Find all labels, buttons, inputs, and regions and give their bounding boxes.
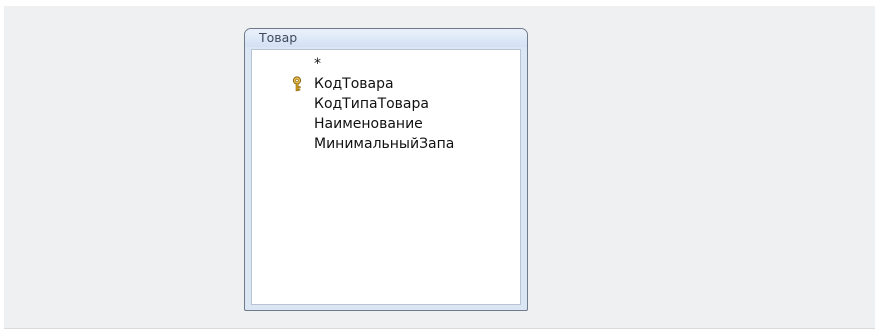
key-icon bbox=[292, 76, 302, 92]
field-all-columns[interactable]: * bbox=[252, 54, 520, 74]
field-label: * bbox=[314, 56, 321, 72]
field-label: КодТовара bbox=[314, 76, 394, 92]
field-list[interactable]: * КодТовара КодТипаТовара Наименование М… bbox=[251, 49, 521, 305]
field-label: Наименование bbox=[314, 116, 423, 132]
field-name[interactable]: Наименование bbox=[252, 114, 520, 134]
table-field-list-window[interactable]: Товар * КодТовара КодТипаТовара Наименов… bbox=[244, 28, 528, 311]
field-label: МинимальныйЗапа bbox=[314, 136, 455, 152]
query-design-canvas[interactable]: Товар * КодТовара КодТипаТовара Наименов… bbox=[4, 6, 875, 329]
field-label: КодТипаТовара bbox=[314, 96, 429, 112]
field-product-type-id[interactable]: КодТипаТовара bbox=[252, 94, 520, 114]
field-product-id[interactable]: КодТовара bbox=[252, 74, 520, 94]
table-title[interactable]: Товар bbox=[245, 29, 527, 47]
field-minimum-stock[interactable]: МинимальныйЗапа bbox=[252, 134, 520, 154]
